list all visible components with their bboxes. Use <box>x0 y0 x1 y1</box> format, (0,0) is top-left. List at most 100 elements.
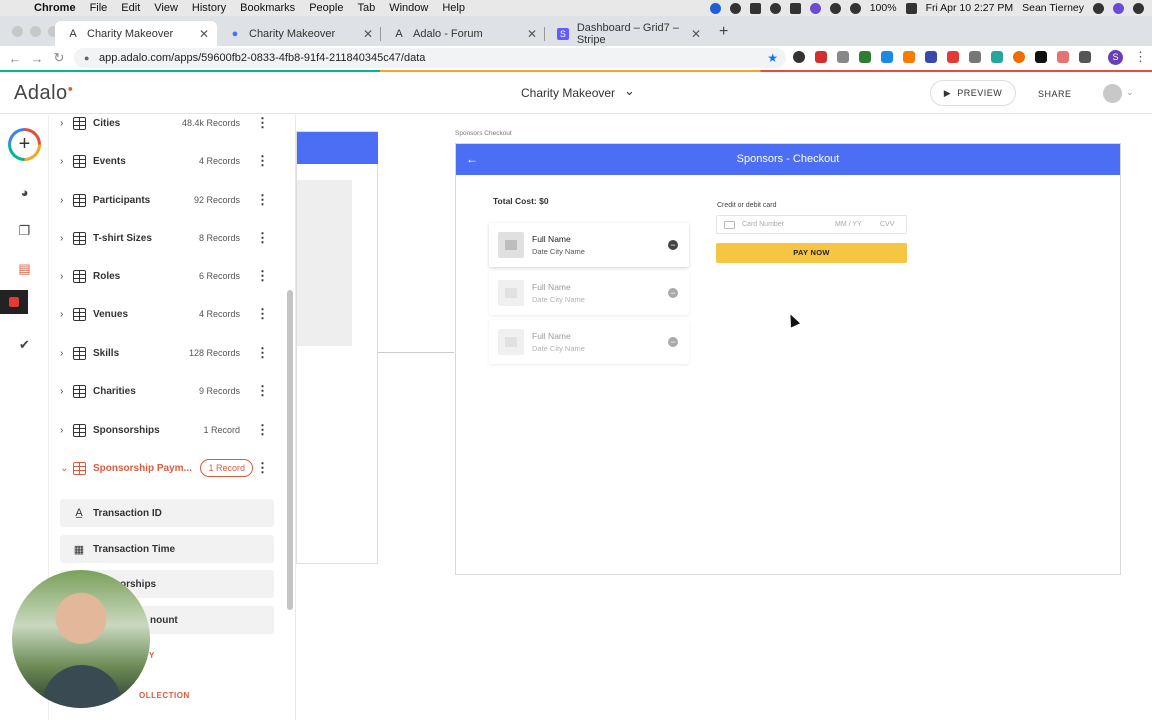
chevron-right-icon[interactable]: › <box>60 386 63 397</box>
extension-circle-icon[interactable] <box>1013 51 1025 63</box>
publish-check-icon[interactable]: ✔ <box>17 337 32 352</box>
chevron-right-icon[interactable]: › <box>60 348 63 359</box>
extension-pen-icon[interactable] <box>991 51 1003 63</box>
pay-now-button[interactable]: PAY NOW <box>716 243 907 263</box>
cvv-placeholder[interactable]: CVV <box>880 221 894 228</box>
chevron-right-icon[interactable]: › <box>60 195 63 206</box>
preview-button[interactable]: ▶ PREVIEW <box>930 80 1016 106</box>
extension-pink-icon[interactable] <box>1057 51 1069 63</box>
menu-window[interactable]: Window <box>389 2 428 14</box>
menu-chrome[interactable]: Chrome <box>34 2 76 14</box>
extension-red-icon[interactable] <box>947 51 959 63</box>
app-title[interactable]: Charity Makeover <box>521 86 615 100</box>
record-indicator[interactable] <box>0 290 28 314</box>
menu-people[interactable]: People <box>309 2 343 14</box>
menu-edit[interactable]: Edit <box>121 2 140 14</box>
collection-row-skills[interactable]: › Skills 128 Records ⋮ <box>49 334 287 372</box>
status-app-icon[interactable] <box>709 2 721 14</box>
extension-mail-icon[interactable] <box>1079 51 1091 63</box>
previous-screen-preview[interactable] <box>296 131 378 564</box>
menu-help[interactable]: Help <box>442 2 465 14</box>
minimize-window-button[interactable] <box>30 26 41 37</box>
menu-file[interactable]: File <box>90 2 108 14</box>
status-app2-icon[interactable] <box>769 2 781 14</box>
collection-row-tshirt-sizes[interactable]: › T-shirt Sizes 8 Records ⋮ <box>49 219 287 257</box>
more-options-icon[interactable]: ⋮ <box>256 345 269 361</box>
collection-row-venues[interactable]: › Venues 4 Records ⋮ <box>49 295 287 333</box>
list-item[interactable]: Full Name Date City Name − <box>489 271 689 315</box>
screens-icon[interactable]: ❐ <box>17 223 32 238</box>
collection-row-participants[interactable]: › Participants 92 Records ⋮ <box>49 181 287 219</box>
record-count-badge[interactable]: 1 Record <box>200 459 253 477</box>
chevron-down-icon[interactable]: ⌄ <box>1126 87 1134 98</box>
new-tab-button[interactable]: + <box>719 23 728 41</box>
menubar-user[interactable]: Sean Tierney <box>1022 2 1084 14</box>
chrome-profile-avatar[interactable]: S <box>1108 50 1123 65</box>
apple-icon[interactable] <box>12 2 26 14</box>
chevron-right-icon[interactable]: › <box>60 156 63 167</box>
more-options-icon[interactable]: ⋮ <box>256 153 269 169</box>
chevron-down-icon[interactable]: ⌄ <box>60 463 68 474</box>
remove-icon[interactable]: − <box>668 240 678 250</box>
close-window-button[interactable] <box>12 26 23 37</box>
extension-grammar-icon[interactable] <box>859 51 871 63</box>
forward-icon[interactable]: → <box>30 51 44 66</box>
status-volume-icon[interactable] <box>849 2 861 14</box>
status-dropbox-icon[interactable] <box>749 2 761 14</box>
chevron-right-icon[interactable]: › <box>60 271 63 282</box>
card-number-placeholder[interactable]: Card Number <box>742 221 784 228</box>
tab-stripe-dashboard[interactable]: S Dashboard – Grid7 – Stripe ✕ <box>545 21 709 46</box>
list-item[interactable]: Full Name Date City Name − <box>489 320 689 364</box>
panel-scrollbar[interactable] <box>287 290 293 610</box>
status-clock-icon[interactable] <box>729 2 741 14</box>
remove-icon[interactable]: − <box>668 288 678 298</box>
control-center-icon[interactable] <box>1133 2 1144 14</box>
extension-orange-icon[interactable] <box>903 51 915 63</box>
add-property-link[interactable]: Y <box>149 651 154 660</box>
adalo-logo[interactable]: Adalo● <box>14 82 74 105</box>
extension-dark-blue-icon[interactable] <box>925 51 937 63</box>
menubar-datetime[interactable]: Fri Apr 10 2:27 PM <box>926 2 1014 14</box>
card-input[interactable]: Card Number MM / YY CVV <box>716 215 907 234</box>
extension-lastpass-icon[interactable] <box>815 51 827 63</box>
more-options-icon[interactable]: ⋮ <box>256 268 269 284</box>
add-collection-link[interactable]: OLLECTION <box>139 691 190 700</box>
status-wifi-icon[interactable] <box>829 2 841 14</box>
tab-charity-makeover-1[interactable]: A Charity Makeover ✕ <box>55 21 217 46</box>
total-cost-text[interactable]: Total Cost: $0 <box>493 196 549 206</box>
expiry-placeholder[interactable]: MM / YY <box>835 221 862 228</box>
status-app4-icon[interactable] <box>809 2 821 14</box>
chevron-down-icon[interactable]: ⌄ <box>624 83 635 99</box>
more-options-icon[interactable]: ⋮ <box>256 383 269 399</box>
more-options-icon[interactable]: ⋮ <box>256 192 269 208</box>
share-button[interactable]: SHARE <box>1038 89 1072 99</box>
more-options-icon[interactable]: ⋮ <box>256 422 269 438</box>
extension-blue-icon[interactable] <box>881 51 893 63</box>
menu-history[interactable]: History <box>192 2 226 14</box>
reload-icon[interactable]: ↻ <box>52 50 66 66</box>
tab-close-icon[interactable]: ✕ <box>691 27 701 41</box>
more-options-icon[interactable]: ⋮ <box>256 230 269 246</box>
chevron-right-icon[interactable]: › <box>60 309 63 320</box>
extension-1password-icon[interactable] <box>793 51 805 63</box>
chevron-right-icon[interactable]: › <box>60 233 63 244</box>
battery-icon[interactable] <box>905 2 917 14</box>
back-icon[interactable]: ← <box>8 51 22 66</box>
extension-pocket-icon[interactable] <box>837 51 849 63</box>
url-bar[interactable]: ● app.adalo.com/apps/59600fb2-0833-4fb8-… <box>74 48 786 68</box>
tab-close-icon[interactable]: ✕ <box>527 27 537 41</box>
more-options-icon[interactable]: ⋮ <box>256 306 269 322</box>
tab-close-icon[interactable]: ✕ <box>363 27 373 41</box>
collection-row-roles[interactable]: › Roles 6 Records ⋮ <box>49 257 287 295</box>
tab-adalo-forum[interactable]: A Adalo - Forum ✕ <box>381 21 545 46</box>
more-options-icon[interactable]: ⋮ <box>256 115 269 131</box>
siri-icon[interactable] <box>1113 2 1124 14</box>
bookmark-star-icon[interactable]: ★ <box>767 51 778 65</box>
sponsors-checkout-screen[interactable]: ← Sponsors - Checkout Total Cost: $0 Ful… <box>455 143 1121 575</box>
collection-row-sponsorship-payments[interactable]: ⌄ Sponsorship Paym... 1 Record ⋮ <box>49 449 287 487</box>
screen-name-label[interactable]: Sponsors Checkout <box>455 130 512 137</box>
chevron-right-icon[interactable]: › <box>60 118 63 129</box>
collection-row-cities[interactable]: › Cities 48.4k Records ⋮ <box>49 115 287 142</box>
collection-row-events[interactable]: › Events 4 Records ⋮ <box>49 142 287 180</box>
property-transaction-time[interactable]: ▦ Transaction Time <box>60 535 274 563</box>
